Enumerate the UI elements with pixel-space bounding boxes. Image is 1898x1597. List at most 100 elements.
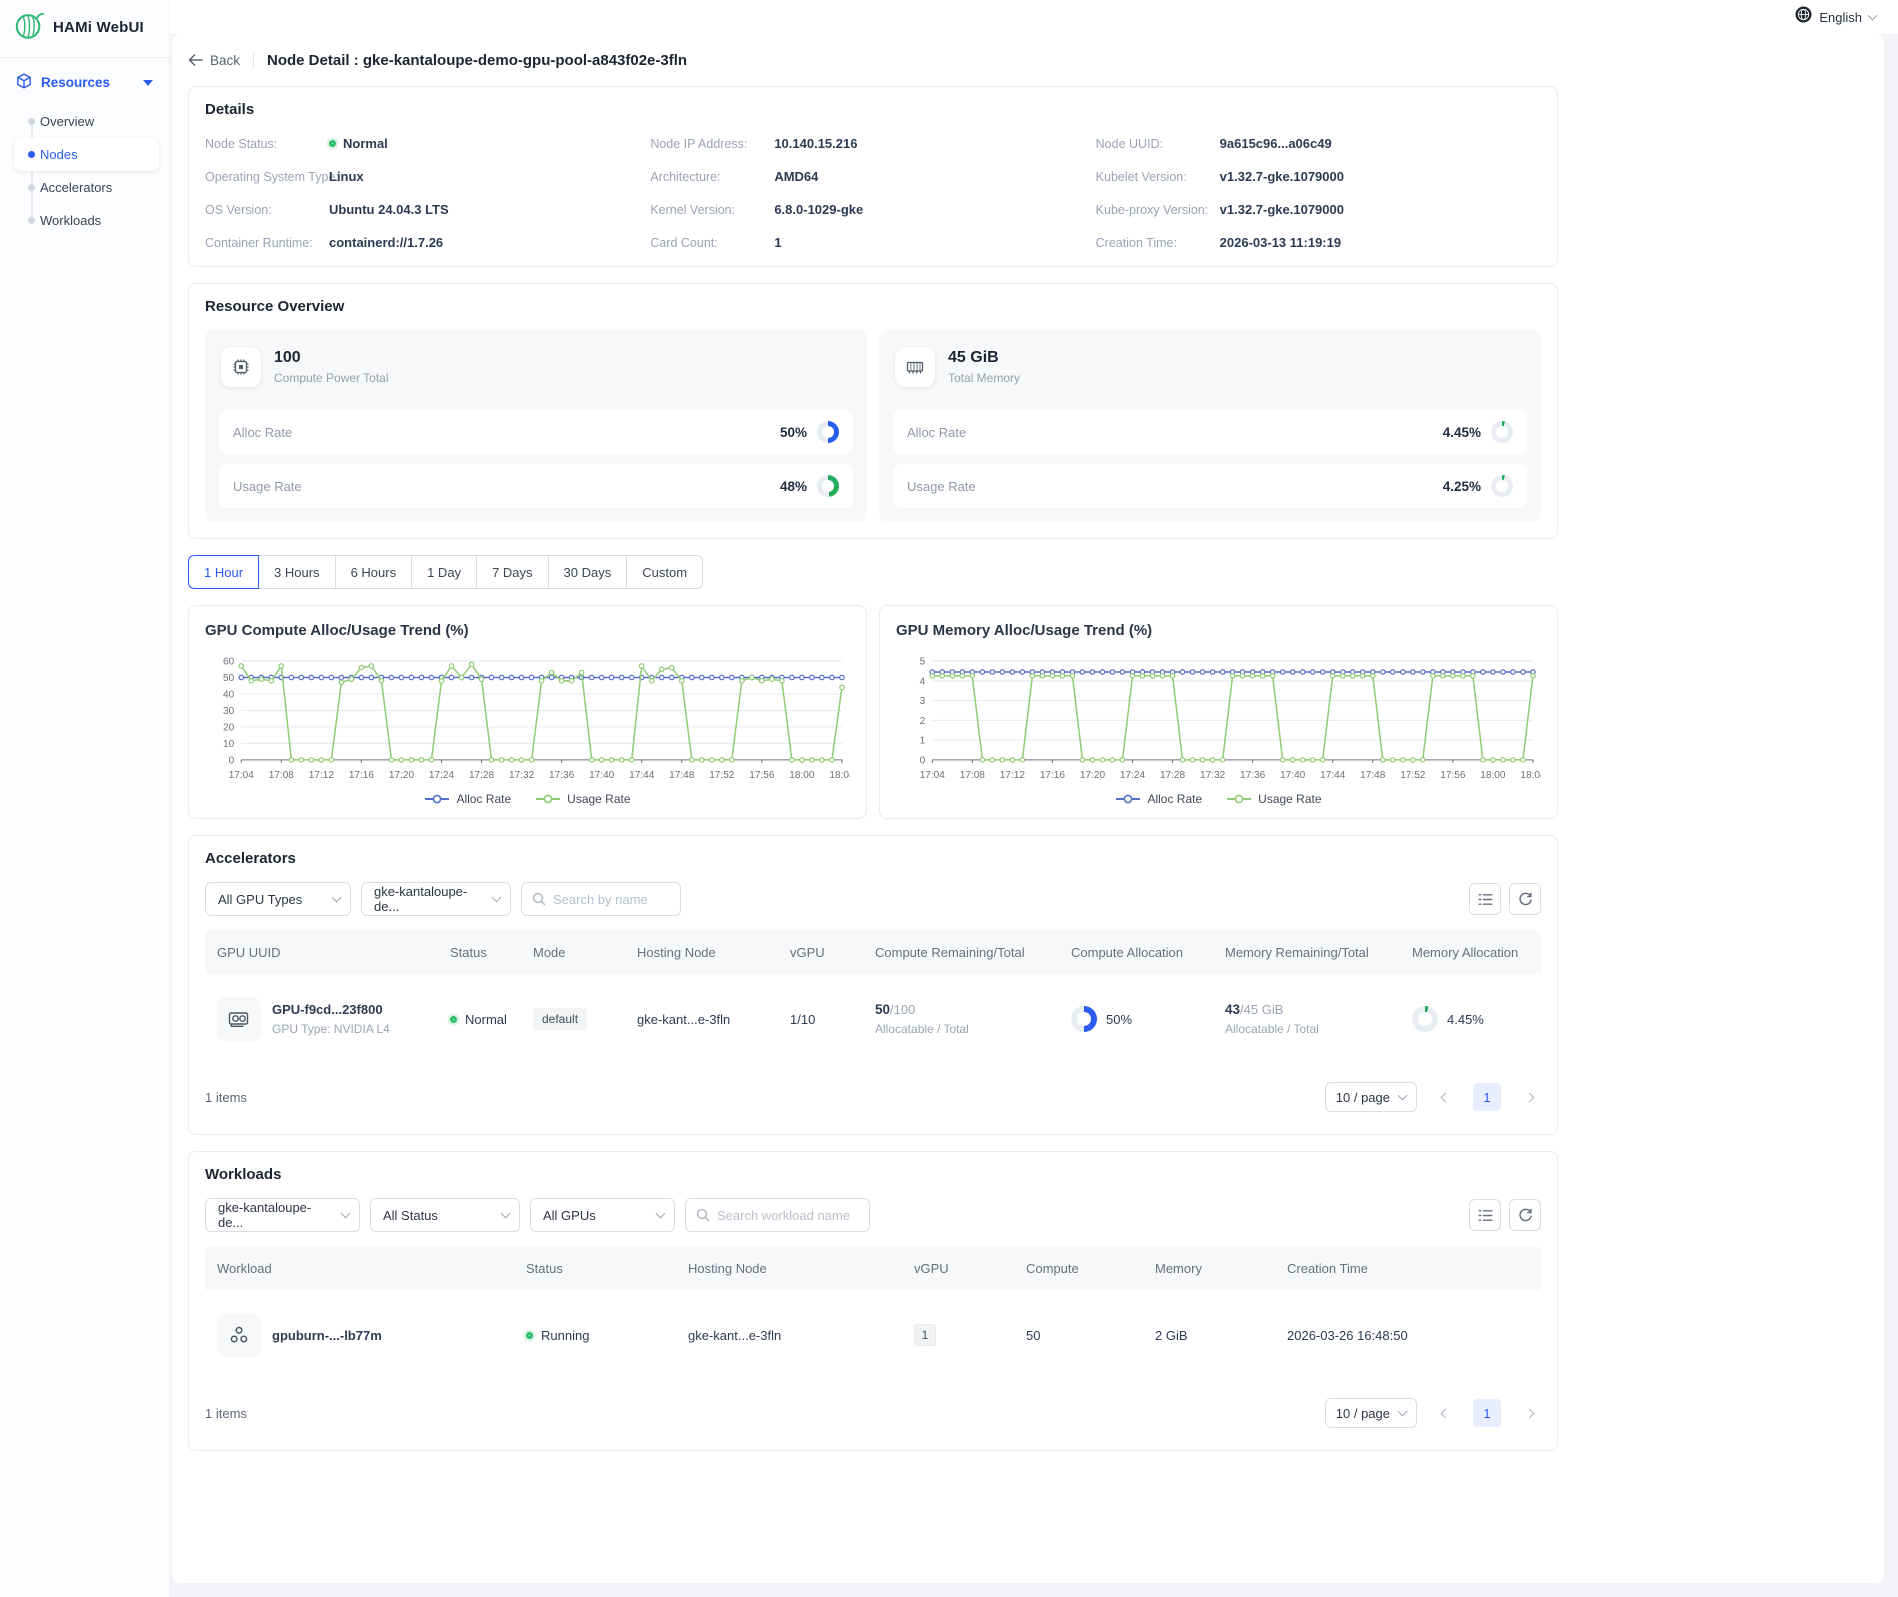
- workload-gpus-select[interactable]: All GPUs: [530, 1198, 675, 1232]
- legend-item[interactable]: Alloc Rate: [1115, 792, 1202, 806]
- tab-1-day[interactable]: 1 Day: [411, 555, 477, 589]
- workload-vgpu-badge: 1: [914, 1324, 936, 1346]
- node-select[interactable]: gke-kantaloupe-de...: [361, 882, 511, 916]
- gpu-mode-badge: default: [533, 1008, 587, 1030]
- svg-text:17:40: 17:40: [589, 770, 615, 781]
- svg-text:17:12: 17:12: [1000, 770, 1026, 781]
- column-settings-button[interactable]: [1469, 1199, 1501, 1231]
- svg-text:50: 50: [223, 673, 235, 684]
- refresh-icon: [1518, 1208, 1533, 1223]
- search-icon: [696, 1208, 710, 1222]
- legend-item[interactable]: Alloc Rate: [424, 792, 511, 806]
- detail-architecture: Architecture:AMD64: [650, 169, 1095, 184]
- tab-3-hours[interactable]: 3 Hours: [258, 555, 336, 589]
- tab-custom[interactable]: Custom: [626, 555, 703, 589]
- svg-text:17:52: 17:52: [1400, 770, 1426, 781]
- svg-text:17:08: 17:08: [960, 770, 986, 781]
- nav-dot-icon: [28, 217, 35, 224]
- svg-text:17:20: 17:20: [389, 770, 415, 781]
- tab-1-hour[interactable]: 1 Hour: [188, 555, 259, 589]
- workload-node-select[interactable]: gke-kantaloupe-de...: [205, 1198, 360, 1232]
- workload-hosting-node: gke-kant...e-3fln: [676, 1328, 902, 1343]
- column-settings-icon: [1478, 893, 1493, 906]
- globe-icon: [1795, 6, 1812, 28]
- sidebar-item-accelerators[interactable]: Accelerators: [0, 171, 169, 204]
- svg-text:17:44: 17:44: [1320, 770, 1346, 781]
- chevron-down-icon: [1398, 1090, 1408, 1100]
- memory-allocation-donut: [1412, 1006, 1438, 1032]
- language-selector[interactable]: English: [1819, 10, 1862, 25]
- page-size-select[interactable]: 10 / page: [1325, 1398, 1417, 1428]
- prev-page-button[interactable]: [1433, 1083, 1457, 1111]
- legend-marker-icon: [1115, 794, 1141, 804]
- detail-kubelet-version: Kubelet Version:v1.32.7-gke.1079000: [1096, 169, 1541, 184]
- page-size-select[interactable]: 10 / page: [1325, 1082, 1417, 1112]
- tab-7-days[interactable]: 7 Days: [476, 555, 548, 589]
- gpu-type-select[interactable]: All GPU Types: [205, 882, 351, 916]
- details-grid: Node Status: Normal Node IP Address:10.1…: [205, 133, 1541, 250]
- workload-search-input[interactable]: [717, 1208, 857, 1223]
- svg-text:17:24: 17:24: [429, 770, 455, 781]
- accelerators-footer: 1 items 10 / page 1: [205, 1064, 1541, 1118]
- gpu-status: Normal: [465, 1012, 507, 1027]
- chevron-down-icon: [1868, 10, 1878, 20]
- status-ok-icon: [450, 1016, 457, 1023]
- legend-marker-icon: [424, 794, 450, 804]
- legend-item[interactable]: Usage Rate: [1226, 792, 1321, 806]
- detail-node-status: Node Status: Normal: [205, 136, 650, 151]
- workload-table-row[interactable]: gpuburn-...-lb77m Running gke-kant...e-3…: [205, 1290, 1541, 1380]
- sidebar-item-overview[interactable]: Overview: [0, 105, 169, 138]
- details-card: Details Node Status: Normal Node IP Addr…: [188, 86, 1558, 267]
- tab-30-days[interactable]: 30 Days: [548, 555, 628, 589]
- workload-status-select[interactable]: All Status: [370, 1198, 520, 1232]
- total-memory-value: 45 GiB: [948, 349, 1020, 367]
- refresh-button[interactable]: [1509, 883, 1541, 915]
- compute-power-total-value: 100: [274, 349, 389, 367]
- accelerator-table-row[interactable]: GPU-f9cd...23f800 GPU Type: NVIDIA L4 No…: [205, 974, 1541, 1064]
- svg-text:17:04: 17:04: [920, 770, 946, 781]
- tab-6-hours[interactable]: 6 Hours: [335, 555, 413, 589]
- prev-page-button[interactable]: [1433, 1399, 1457, 1427]
- back-button[interactable]: Back: [188, 53, 240, 68]
- cube-icon: [16, 73, 32, 92]
- gpu-uuid: GPU-f9cd...23f800: [272, 1002, 390, 1017]
- svg-text:17:16: 17:16: [349, 770, 375, 781]
- svg-text:30: 30: [223, 706, 235, 717]
- accelerators-card: Accelerators All GPU Types gke-kantaloup…: [188, 835, 1558, 1135]
- refresh-button[interactable]: [1509, 1199, 1541, 1231]
- alloc-rate-donut: [1491, 421, 1513, 443]
- compute-alloc-rate-row: Alloc Rate 50%: [219, 410, 853, 454]
- svg-text:17:04: 17:04: [229, 770, 255, 781]
- column-settings-button[interactable]: [1469, 883, 1501, 915]
- compute-power-total-label: Compute Power Total: [274, 371, 389, 385]
- svg-text:10: 10: [223, 739, 235, 750]
- chevron-down-icon: [656, 1208, 666, 1218]
- svg-text:17:24: 17:24: [1120, 770, 1146, 781]
- page-number[interactable]: 1: [1473, 1399, 1501, 1427]
- gpu-compute-trend-chart: 010203040506017:0417:0817:1217:1617:2017…: [205, 653, 850, 784]
- total-memory-label: Total Memory: [948, 371, 1020, 385]
- next-page-button[interactable]: [1517, 1399, 1541, 1427]
- next-page-button[interactable]: [1517, 1083, 1541, 1111]
- nav-dot-icon: [28, 118, 35, 125]
- chevron-down-icon: [341, 1208, 351, 1218]
- svg-text:17:32: 17:32: [509, 770, 535, 781]
- compute-usage-rate-row: Usage Rate 48%: [219, 464, 853, 508]
- nav-dot-icon: [28, 184, 35, 191]
- accelerator-search-input[interactable]: [553, 892, 663, 907]
- detail-os-version: OS Version:Ubuntu 24.04.3 LTS: [205, 202, 650, 217]
- svg-text:17:28: 17:28: [469, 770, 495, 781]
- svg-text:17:56: 17:56: [1440, 770, 1466, 781]
- caret-down-icon: [143, 80, 153, 86]
- node-detail-panel: Back Node Detail : gke-kantaloupe-demo-g…: [172, 34, 1884, 1583]
- legend-item[interactable]: Usage Rate: [535, 792, 630, 806]
- page-number[interactable]: 1: [1473, 1083, 1501, 1111]
- svg-text:20: 20: [223, 722, 235, 733]
- gpu-compute-trend-title: GPU Compute Alloc/Usage Trend (%): [205, 622, 850, 639]
- sidebar-item-nodes[interactable]: Nodes: [14, 138, 159, 171]
- svg-text:17:56: 17:56: [749, 770, 775, 781]
- sidebar-section-resources[interactable]: Resources: [0, 58, 169, 103]
- sidebar-item-workloads[interactable]: Workloads: [0, 204, 169, 237]
- svg-text:17:40: 17:40: [1280, 770, 1306, 781]
- svg-text:17:20: 17:20: [1080, 770, 1106, 781]
